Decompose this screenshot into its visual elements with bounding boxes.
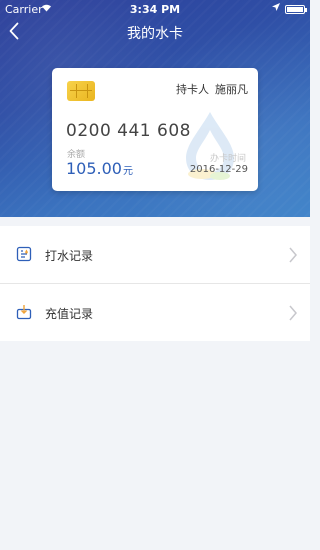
balance-unit: 元 [122, 166, 133, 177]
holder-label: 持卡人 [176, 83, 209, 96]
issue-date: 2016-12-29 [189, 164, 248, 175]
chevron-right-icon [289, 305, 297, 321]
balance: 105.00元 [66, 159, 133, 178]
menu-item-label: 充值记录 [45, 307, 94, 321]
nav-bar: 我的水卡 [0, 20, 310, 44]
water-record-icon [16, 246, 32, 262]
card-holder: 持卡人 施丽凡 [176, 81, 248, 97]
status-bar: Carrier 3:34 PM [0, 0, 310, 20]
holder-name: 施丽凡 [215, 83, 248, 96]
issue-date-label: 办卡时间 [209, 154, 246, 164]
balance-value: 105.00 [66, 159, 122, 178]
status-time: 3:34 PM [129, 3, 181, 16]
screen: Carrier 3:34 PM 我的水卡 持卡人 施丽凡 0200 441 60… [0, 0, 310, 550]
card-number: 0200 441 608 [66, 121, 191, 141]
menu-item-label: 打水记录 [45, 249, 94, 263]
page-title: 我的水卡 [127, 26, 183, 42]
menu-item-recharge-record[interactable]: 充值记录 [0, 284, 310, 341]
recharge-record-icon [16, 305, 32, 320]
menu-item-water-record[interactable]: 打水记录 [0, 226, 310, 284]
record-menu: 打水记录 充值记录 [0, 226, 310, 341]
chevron-right-icon [289, 247, 297, 263]
location-arrow-icon [272, 3, 280, 14]
header-background: Carrier 3:34 PM 我的水卡 持卡人 施丽凡 0200 441 60… [0, 0, 310, 217]
water-card[interactable]: 持卡人 施丽凡 0200 441 608 余额 105.00元 办卡时间 2016… [52, 68, 258, 191]
battery-icon [285, 5, 307, 14]
card-chip-icon [67, 81, 95, 101]
